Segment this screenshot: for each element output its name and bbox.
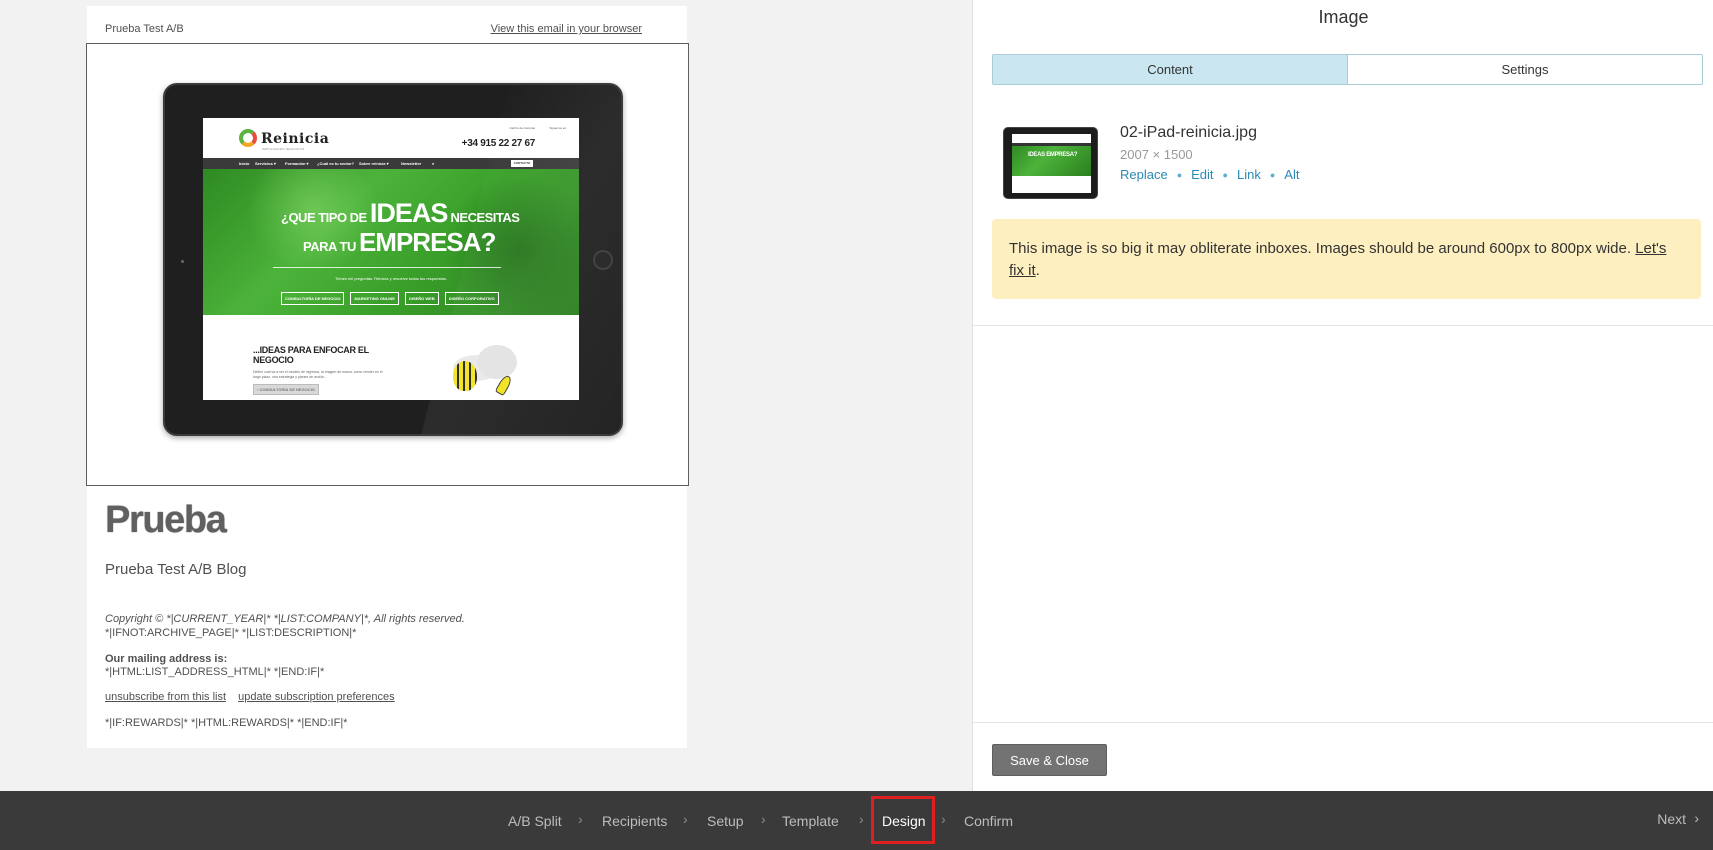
edit-link[interactable]: Edit <box>1191 167 1213 182</box>
email-preview-area: Prueba Test A/B View this email in your … <box>0 0 972 791</box>
unsubscribe-link[interactable]: unsubscribe from this list <box>105 691 226 703</box>
site-nav-item: Servicios ▾ <box>255 161 276 166</box>
site-nav-item: Formación ▾ <box>285 161 309 166</box>
email-title[interactable]: Prueba <box>105 499 227 542</box>
chevron-right-icon: › <box>941 811 946 827</box>
email-canvas: Prueba Test A/B View this email in your … <box>86 6 689 748</box>
step-recipients[interactable]: Recipients <box>602 813 667 829</box>
email-subtitle[interactable]: Prueba Test A/B Blog <box>105 561 246 578</box>
site-logo-sub: IMPULSANDO NEGOCIOS <box>262 147 305 151</box>
image-editor-panel: Image Content Settings IDEAS EMPRESA? 02… <box>972 0 1713 791</box>
warning-end: . <box>1035 262 1040 279</box>
image-file-name: 02-iPad-reinicia.jpg <box>1120 124 1257 141</box>
warning-text: This image is so big it may obliterate i… <box>1009 240 1632 257</box>
step-ab-split[interactable]: A/B Split <box>508 813 562 829</box>
separator-dot: ● <box>1176 169 1183 180</box>
separator-dot: ● <box>1222 169 1228 180</box>
editor-title: Image <box>1318 7 1369 27</box>
site-logo-text: Reinicia <box>261 131 330 147</box>
site-nav-item: Inicio <box>239 161 250 166</box>
footer-rewards: *|IF:REWARDS|* *|HTML:REWARDS|* *|END:IF… <box>105 717 348 729</box>
thumbnail-text: IDEAS EMPRESA? <box>1028 152 1078 158</box>
footer-links: unsubscribe from this list update subscr… <box>105 691 404 703</box>
ipad-image: Reinicia IMPULSANDO NEGOCIOS Carrito de … <box>163 83 623 436</box>
preheader[interactable]: Prueba Test A/B View this email in your … <box>87 6 687 44</box>
divider <box>973 722 1713 723</box>
hero-line-1-big: IDEAS <box>369 198 449 228</box>
site-body-text: Definir cuál va a ser el modelo de ingre… <box>253 370 383 379</box>
view-in-browser-link[interactable]: View this email in your browser <box>491 23 642 35</box>
hero-line-1-pre: ¿QUE TIPO DE <box>281 210 367 225</box>
chevron-right-icon: › <box>859 811 864 827</box>
thumbnail-hero <box>1012 146 1091 176</box>
hero-button: CONSULTORÍA DE NEGOCIO <box>281 292 345 305</box>
selected-image-block[interactable]: Reinicia IMPULSANDO NEGOCIOS Carrito de … <box>86 43 689 486</box>
hero-line-2-pre: PARA TU <box>303 239 356 254</box>
chevron-right-icon: › <box>578 811 583 827</box>
site-nav-item: Newsletter <box>401 161 422 166</box>
image-actions: Replace ● Edit ● Link ● Alt <box>1120 167 1299 182</box>
tab-settings[interactable]: Settings <box>1347 55 1702 84</box>
preheader-subject: Prueba Test A/B <box>105 23 184 35</box>
chevron-right-icon: › <box>683 811 688 827</box>
hero-button: DISEÑO WEB <box>404 292 439 305</box>
divider <box>973 325 1713 326</box>
update-preferences-link[interactable]: update subscription preferences <box>238 691 395 703</box>
campaign-steps-bar: A/B Split › Recipients › Setup › Templat… <box>0 791 1713 850</box>
ipad-camera <box>181 260 184 263</box>
replace-link[interactable]: Replace <box>1120 167 1168 182</box>
tab-content[interactable]: Content <box>993 55 1347 84</box>
site-search-icon: ⌕ <box>432 161 435 166</box>
site-body-button: › CONSULTORÍA DE NEGOCIO <box>253 384 319 395</box>
chevron-right-icon: › <box>1694 810 1699 826</box>
editor-tabs: Content Settings <box>992 54 1703 85</box>
separator-dot: ● <box>1269 169 1276 180</box>
chevron-right-icon: › <box>761 811 766 827</box>
site-body-title: ...IDEAS PARA ENFOCAR EL NEGOCIO <box>253 345 369 365</box>
footer-mailing-address: *|HTML:LIST_ADDRESS_HTML|* *|END:IF|* <box>105 666 325 678</box>
footer-mailing-heading: Our mailing address is: <box>105 653 228 665</box>
footer-copyright: Copyright © *|CURRENT_YEAR|* *|LIST:COMP… <box>105 613 465 625</box>
link-link[interactable]: Link <box>1237 167 1261 182</box>
alt-link[interactable]: Alt <box>1284 167 1299 182</box>
thumbnail-screen: IDEAS EMPRESA? <box>1012 134 1091 193</box>
hero-button: MARKETING ONLINE <box>350 292 399 305</box>
save-close-button[interactable]: Save & Close <box>992 744 1107 776</box>
step-setup[interactable]: Setup <box>707 813 744 829</box>
site-logo-icon <box>239 129 257 147</box>
footer-archive: *|IFNOT:ARCHIVE_PAGE|* *|LIST:DESCRIPTIO… <box>105 627 357 639</box>
active-step-highlight <box>871 796 935 844</box>
step-confirm[interactable]: Confirm <box>964 813 1013 829</box>
steps: A/B Split › Recipients › Setup › Templat… <box>0 791 1713 850</box>
site-nav-item: ¿Cuál es tu sector? <box>317 161 355 166</box>
site-nav-item: Sobre reinicia ▾ <box>359 161 389 166</box>
image-thumbnail[interactable]: IDEAS EMPRESA? <box>1003 127 1098 199</box>
step-template[interactable]: Template <box>782 813 839 829</box>
image-dimensions: 2007 × 1500 <box>1120 147 1193 162</box>
image-size-warning: This image is so big it may obliterate i… <box>992 219 1701 299</box>
next-button[interactable]: Next <box>1657 811 1686 827</box>
